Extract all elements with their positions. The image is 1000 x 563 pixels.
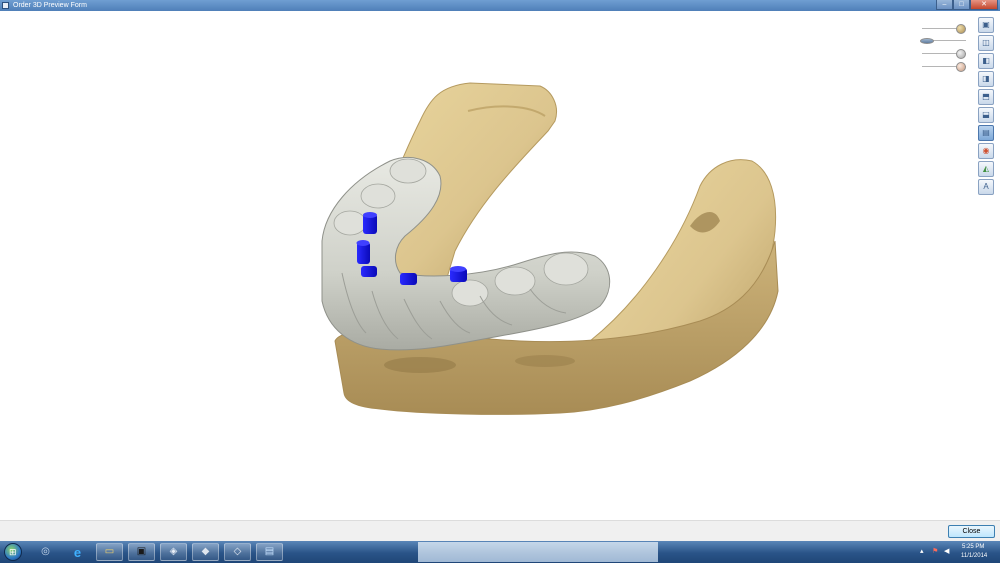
scan-viewer-icon: ◈ bbox=[169, 546, 178, 557]
view-toolbar: ▣ ◫ ◧ ◨ ⬒ ⬓ ▤ ◉ ◭ A bbox=[978, 17, 996, 197]
action-center-flag-icon[interactable]: ⚑ bbox=[932, 547, 938, 555]
taskbar-dental-app[interactable]: ▣ bbox=[128, 543, 155, 561]
tooth-crown bbox=[333, 210, 367, 236]
view-bottom-button[interactable]: ⬓ bbox=[978, 107, 994, 123]
gingiva-opacity-icon[interactable] bbox=[956, 49, 966, 59]
internet-explorer-icon: e bbox=[73, 544, 82, 560]
model-opacity-icon[interactable] bbox=[956, 24, 966, 34]
view-back-button[interactable]: ◫ bbox=[978, 35, 994, 51]
dental-model-render[interactable] bbox=[0, 11, 1000, 520]
model-opacity-slider[interactable] bbox=[918, 23, 970, 35]
taskbar-file-explorer[interactable]: ▭ bbox=[96, 543, 123, 561]
base-cavity bbox=[515, 355, 575, 367]
view-back-icon: ◫ bbox=[982, 38, 990, 47]
view-right-icon: ◨ bbox=[982, 74, 990, 83]
view-front-icon: ▣ bbox=[982, 20, 990, 29]
color-map-button[interactable]: ◉ bbox=[978, 143, 994, 159]
distance-map-button[interactable]: ◭ bbox=[978, 161, 994, 177]
implant-marker bbox=[361, 266, 377, 277]
file-explorer-icon: ▭ bbox=[104, 546, 115, 557]
base-cavity bbox=[384, 357, 456, 373]
show-hidden-icons-icon[interactable]: ▴ bbox=[920, 547, 924, 555]
taskbar-cad-app[interactable]: ◆ bbox=[192, 543, 219, 561]
taskbar-internet-explorer[interactable]: e bbox=[64, 543, 91, 561]
taskbar-scan-viewer[interactable]: ◈ bbox=[160, 543, 187, 561]
taskbar-remote-desktop[interactable]: ▤ bbox=[256, 543, 283, 561]
start-button[interactable]: ⊞ bbox=[4, 543, 22, 561]
view-right-button[interactable]: ◨ bbox=[978, 71, 994, 87]
close-button[interactable]: Close bbox=[948, 525, 995, 538]
tooth-crown bbox=[389, 158, 427, 184]
design-tool-icon: ◇ bbox=[233, 546, 242, 557]
tooth-crown bbox=[494, 266, 536, 296]
transparency-slider[interactable] bbox=[918, 35, 970, 47]
system-tray: ▴ ⚑ ◀ bbox=[918, 541, 1000, 563]
window-title: Order 3D Preview Form bbox=[13, 2, 87, 9]
window-close-button[interactable]: ✕ bbox=[970, 0, 998, 10]
annotation-icon: A bbox=[983, 182, 989, 191]
view-left-icon: ◧ bbox=[982, 56, 990, 65]
window-titlebar[interactable]: Order 3D Preview Form – □ ✕ bbox=[0, 0, 1000, 11]
implant-marker-top bbox=[450, 266, 466, 272]
gingiva-opacity-slider[interactable] bbox=[918, 48, 970, 60]
windows-taskbar: ⊞ ◎ e ▭ ▣ ◈ ◆ ◇ ▤ ▴ ⚑ ◀ 5:25 PM 11/1/201… bbox=[0, 541, 1000, 563]
occlusion-view-button[interactable]: ▤ bbox=[978, 125, 994, 141]
implant-marker-top bbox=[363, 212, 377, 218]
tooth-opacity-slider[interactable] bbox=[918, 61, 970, 73]
view-front-button[interactable]: ▣ bbox=[978, 17, 994, 33]
taskbar-design-tool[interactable]: ◇ bbox=[224, 543, 251, 561]
color-map-icon: ◉ bbox=[982, 146, 990, 155]
form-footer: Close bbox=[0, 520, 1000, 541]
view-top-button[interactable]: ⬒ bbox=[978, 89, 994, 105]
view-left-button[interactable]: ◧ bbox=[978, 53, 994, 69]
windows-logo-icon: ⊞ bbox=[9, 547, 17, 557]
implant-marker bbox=[400, 273, 417, 285]
window-controls: – □ ✕ bbox=[936, 0, 998, 11]
occlusion-view-icon: ▤ bbox=[982, 128, 990, 137]
view-top-icon: ⬒ bbox=[982, 92, 990, 101]
remote-desktop-icon: ▤ bbox=[264, 546, 275, 557]
clock-time[interactable]: 5:25 PM bbox=[962, 544, 984, 550]
annotation-button[interactable]: A bbox=[978, 179, 994, 195]
minimize-button[interactable]: – bbox=[936, 0, 953, 10]
tooth-crown bbox=[360, 183, 396, 209]
3d-viewport[interactable]: ▣ ◫ ◧ ◨ ⬒ ⬓ ▤ ◉ ◭ A bbox=[0, 11, 1000, 520]
app-window-icon bbox=[2, 2, 9, 9]
taskbar-network[interactable]: ◎ bbox=[32, 543, 59, 561]
implant-marker-top bbox=[356, 240, 370, 246]
volume-icon[interactable]: ◀ bbox=[944, 547, 949, 555]
view-bottom-icon: ⬓ bbox=[982, 110, 990, 119]
clock-date[interactable]: 11/1/2014 bbox=[961, 553, 987, 559]
dental-app-icon: ▣ bbox=[136, 546, 147, 557]
distance-map-icon: ◭ bbox=[982, 164, 990, 173]
maximize-button[interactable]: □ bbox=[953, 0, 970, 10]
taskbar-window-preview[interactable] bbox=[418, 542, 658, 562]
tooth-opacity-icon[interactable] bbox=[956, 62, 966, 72]
cad-app-icon: ◆ bbox=[201, 546, 210, 557]
tooth-crown bbox=[451, 279, 489, 307]
transparency-icon[interactable] bbox=[920, 38, 934, 44]
tooth-crown bbox=[543, 252, 589, 286]
network-icon: ◎ bbox=[41, 546, 50, 557]
